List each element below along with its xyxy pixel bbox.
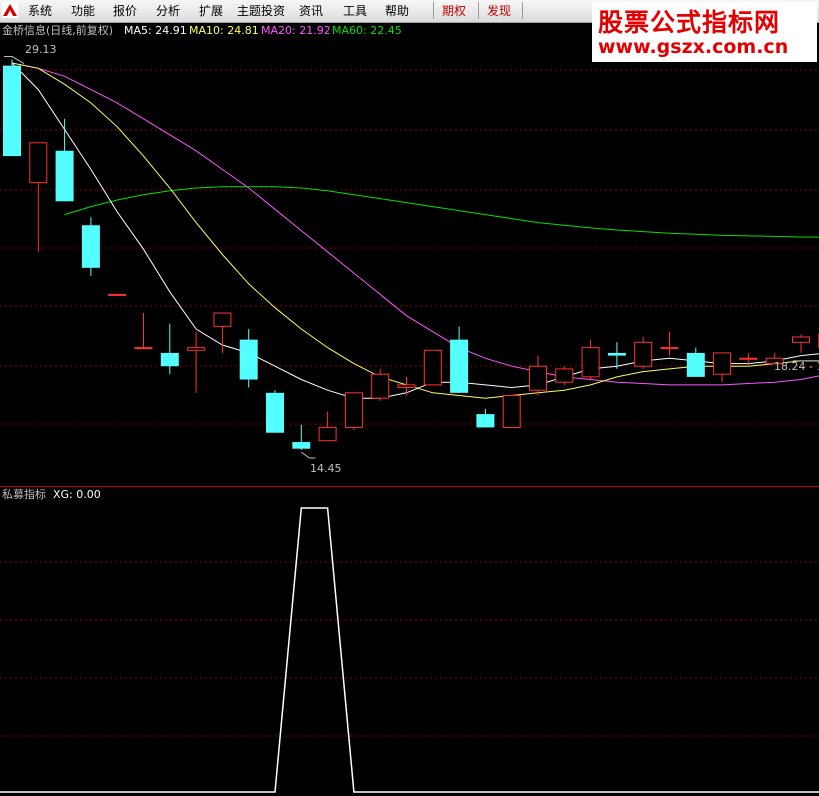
candle-body-down (476, 414, 495, 428)
chart-grid (0, 69, 819, 737)
candle-body-up (397, 384, 416, 389)
sub-header-xg-value: XG: 0.00 (53, 488, 101, 501)
candle-body-up (739, 357, 758, 360)
candle-body-up (529, 365, 547, 391)
candle-body-up (792, 336, 810, 343)
candle-body-up (29, 142, 48, 184)
price-annotations (4, 56, 819, 459)
moving-average-lines (11, 62, 819, 399)
candle-body-up (555, 368, 574, 383)
candle-body-up (108, 293, 127, 296)
ma20-line (11, 62, 819, 386)
candle-body-up (134, 347, 153, 350)
xg-line (0, 507, 819, 793)
watermark-url: www.gszx.com.cn (598, 36, 789, 58)
candle-body-up (318, 426, 337, 442)
watermark-title: 股票公式指标网 (598, 8, 781, 37)
main-header-stock-name: 金桥信息(日线,前复权) (2, 24, 114, 37)
right-price-label: 18.24 - 1 (774, 360, 819, 373)
site-watermark: 股票公式指标网 www.gszx.com.cn (592, 2, 817, 62)
ma5-line (11, 62, 819, 399)
candle-body-up (423, 349, 442, 386)
ma10-line (11, 62, 819, 399)
candle-body-up (634, 341, 653, 367)
candle-body-up (713, 352, 732, 375)
candle-body-down (607, 352, 626, 356)
candle-body-down (239, 339, 258, 380)
candle-body-up (660, 347, 679, 350)
candle-body-down (686, 352, 705, 377)
main-header-ma10: MA10: 24.81 (189, 24, 259, 37)
sub-header-indicator-name: 私募指标 (2, 488, 46, 501)
ma60-line (64, 186, 819, 238)
high-price-arrow (4, 56, 25, 64)
candle-body-down (292, 442, 311, 449)
main-header-ma60: MA60: 22.45 (332, 24, 402, 37)
candle-body-up (187, 347, 206, 351)
candle-body-down (81, 225, 100, 268)
candle-body-up (581, 347, 600, 378)
xg-indicator-series (0, 507, 819, 793)
low-price-label: 14.45 (310, 462, 342, 475)
main-header-ma5: MA5: 24.91 (124, 24, 187, 37)
candle-body-down (160, 352, 179, 367)
low-price-arrow (300, 451, 316, 459)
candle-body-down (266, 392, 284, 433)
chart-canvas (0, 56, 819, 793)
candle-body-down (55, 150, 74, 202)
candle-body-up (213, 312, 232, 327)
main-header-ma20: MA20: 21.92 (261, 24, 331, 37)
candle-body-up (344, 392, 363, 428)
candle-body-down (3, 65, 21, 157)
candle-body-down (450, 339, 469, 393)
candle-body-up (371, 373, 390, 399)
candle-body-up (502, 394, 521, 428)
high-price-label: 29.13 (25, 43, 57, 56)
